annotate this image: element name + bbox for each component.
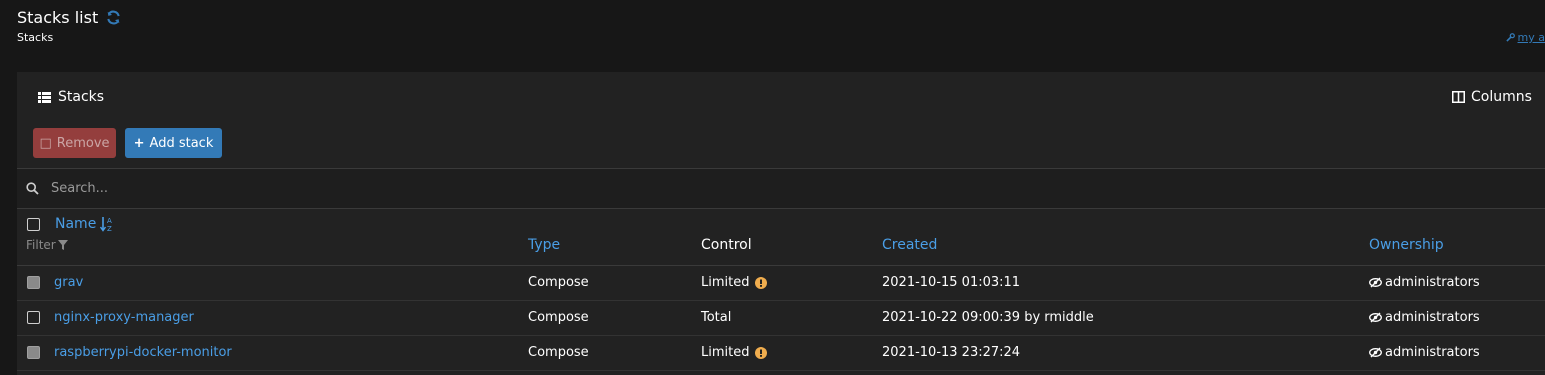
row-checkbox[interactable]: [27, 276, 40, 289]
page-title: Stacks list: [17, 8, 121, 27]
table-row: raspberrypi-docker-monitor Compose Limit…: [17, 335, 1545, 371]
stack-ownership-label: administrators: [1385, 310, 1480, 325]
stack-type: Compose: [528, 310, 589, 325]
stack-control-label: Limited: [701, 345, 750, 360]
row-checkbox[interactable]: [27, 346, 40, 359]
column-name-header[interactable]: Name A Z: [55, 216, 114, 232]
panel-heading-label: Stacks: [58, 89, 105, 105]
columns-button[interactable]: Columns: [1452, 89, 1532, 105]
filter-label: Filter: [26, 238, 56, 252]
stack-name-link[interactable]: grav: [54, 275, 83, 290]
search-bar: [17, 168, 1545, 209]
eye-slash-icon: [1369, 312, 1382, 323]
list-icon: [38, 91, 51, 103]
column-type-header[interactable]: Type: [528, 237, 560, 253]
columns-icon: [1452, 91, 1465, 103]
column-created-header[interactable]: Created: [882, 237, 937, 253]
stack-control: Limited: [701, 345, 768, 360]
stack-ownership-label: administrators: [1385, 275, 1480, 290]
column-ownership-header[interactable]: Ownership: [1369, 237, 1444, 253]
stack-created: 2021-10-22 09:00:39 by rmiddle: [882, 310, 1094, 325]
column-control-header: Control: [701, 237, 752, 253]
warning-icon: [755, 276, 768, 289]
page: Stacks list Stacks my a Stacks Columns □…: [0, 0, 1545, 375]
stack-control: Total: [701, 310, 731, 325]
stack-created: 2021-10-13 23:27:24: [882, 345, 1021, 360]
search-icon: [26, 182, 39, 195]
stack-control-label: Limited: [701, 275, 750, 290]
stack-created: 2021-10-15 01:03:11: [882, 275, 1021, 290]
my-account-label: my a: [1517, 31, 1545, 44]
trash-icon: □: [39, 135, 52, 151]
refresh-icon[interactable]: [106, 10, 121, 25]
column-name-label: Name: [55, 216, 97, 232]
add-stack-button[interactable]: + Add stack: [125, 128, 222, 158]
stack-name-link[interactable]: raspberrypi-docker-monitor: [54, 345, 232, 360]
filter-icon: [57, 240, 68, 250]
page-header: Stacks list Stacks my a: [0, 0, 1545, 72]
stack-type: Compose: [528, 345, 589, 360]
table-row: nginx-proxy-manager Compose Total 2021-1…: [17, 300, 1545, 336]
stack-ownership-label: administrators: [1385, 345, 1480, 360]
plus-icon: +: [133, 135, 145, 151]
stack-ownership: administrators: [1369, 310, 1480, 325]
columns-label: Columns: [1471, 89, 1532, 105]
table-header: Name A Z Filter Type Control Created Own…: [17, 208, 1545, 266]
warning-icon: [755, 346, 768, 359]
svg-text:A: A: [107, 217, 112, 225]
stack-ownership: administrators: [1369, 275, 1480, 290]
table-row: grav Compose Limited 2021-10-15 01:03:11…: [17, 265, 1545, 301]
stack-control: Limited: [701, 275, 768, 290]
name-filter[interactable]: Filter: [26, 238, 68, 252]
eye-slash-icon: [1369, 277, 1382, 288]
row-checkbox[interactable]: [27, 311, 40, 324]
svg-text:Z: Z: [107, 225, 112, 232]
stack-type: Compose: [528, 275, 589, 290]
search-input[interactable]: [49, 180, 1453, 197]
add-stack-button-label: Add stack: [149, 135, 214, 151]
remove-button-label: Remove: [56, 135, 110, 151]
my-account-link[interactable]: my a: [1505, 31, 1545, 44]
stack-ownership: administrators: [1369, 345, 1480, 360]
eye-slash-icon: [1369, 347, 1382, 358]
breadcrumb: Stacks: [17, 31, 54, 44]
panel-heading: Stacks: [38, 89, 104, 105]
sort-alpha-icon: A Z: [100, 217, 112, 232]
stacks-panel: Stacks Columns □ Remove + Add stack Sear…: [17, 72, 1545, 375]
stack-control-label: Total: [701, 310, 732, 325]
remove-button[interactable]: □ Remove: [33, 128, 116, 158]
page-title-text: Stacks list: [17, 8, 99, 27]
select-all-checkbox[interactable]: [27, 218, 40, 231]
wrench-icon: [1505, 33, 1515, 42]
stack-name-link[interactable]: nginx-proxy-manager: [54, 310, 194, 325]
